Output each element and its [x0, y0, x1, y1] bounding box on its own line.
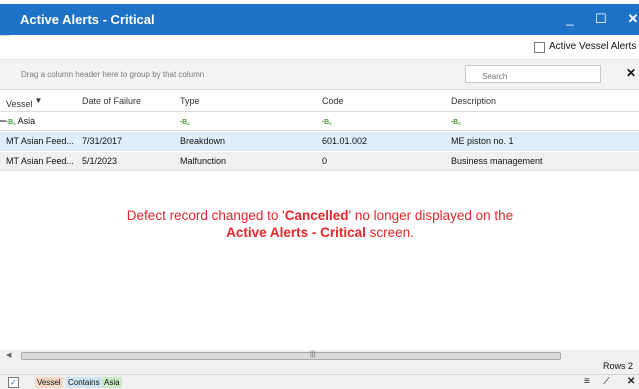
clear-search-icon[interactable]: ✕	[626, 66, 636, 80]
table-row[interactable]: MT Asian Feed... 5/1/2023 Malfunction 0 …	[0, 152, 639, 171]
filter-editor-icon[interactable]: ≡	[584, 376, 590, 387]
auto-filter-row: ꞏB꜀ Asia ꞏB꜀ ꞏB꜀ ꞏB꜀	[0, 112, 639, 131]
cell-vessel: MT Asian Feed...	[6, 156, 74, 166]
filter-cell-description[interactable]: ꞏB꜀	[451, 116, 631, 127]
active-vessel-alerts-only-label[interactable]: Active Vessel Alerts Only	[549, 41, 639, 52]
column-header-vessel[interactable]: Vessel ▼	[6, 96, 74, 109]
row-count: Rows 2	[603, 361, 634, 371]
filter-icon[interactable]: ▼	[35, 96, 43, 105]
cell-code: 601.01.002	[322, 136, 368, 146]
annotation-note: Defect record changed to 'Cancelled' no …	[60, 207, 580, 241]
cell-description: Business management	[451, 156, 543, 166]
minimize-button[interactable]: _	[559, 9, 581, 29]
annotation-text: screen.	[365, 225, 414, 240]
search-input[interactable]	[465, 65, 601, 83]
filter-cell-type[interactable]: ꞏB꜀	[180, 116, 320, 127]
filter-cell-code[interactable]: ꞏB꜀	[322, 116, 442, 127]
annotation-line-2: Active Alerts - Critical screen.	[60, 224, 580, 241]
filter-field[interactable]: Vessel	[35, 377, 63, 388]
cell-date: 7/31/2017	[82, 136, 123, 146]
window-title: Active Alerts - Critical	[20, 12, 155, 27]
table-row[interactable]: MT Asian Feed... 7/31/2017 Breakdown 601…	[0, 132, 639, 151]
group-panel-hint: Drag a column header here to group by th…	[21, 70, 205, 79]
title-bar[interactable]: Active Alerts - Critical _ ☐ ✕	[0, 4, 639, 35]
scroll-left-icon[interactable]: ◀	[6, 351, 11, 359]
filter-contains-icon[interactable]: ꞏB꜀	[451, 119, 461, 126]
column-header-code[interactable]: Code	[322, 96, 442, 106]
annotation-bold: Active Alerts - Critical	[226, 225, 366, 240]
grid-header: Vessel ▼ Date of Failure Type Code Descri…	[0, 90, 639, 112]
cell-type: Malfunction	[180, 156, 227, 166]
cell-date: 5/1/2023	[82, 156, 118, 166]
cell-description: ME piston no. 1	[451, 136, 514, 146]
clear-filter-icon[interactable]: ✕	[627, 376, 635, 387]
group-panel[interactable]: Drag a column header here to group by th…	[0, 60, 639, 90]
enable-filter-checkbox[interactable]: ✓	[8, 377, 19, 388]
cell-vessel: MT Asian Feed...	[6, 136, 74, 146]
maximize-button[interactable]: ☐	[590, 9, 612, 29]
annotation-text: ' no longer displayed on the	[348, 208, 514, 223]
active-vessel-alerts-only-checkbox[interactable]	[534, 42, 545, 53]
active-alerts-window: Active Alerts - Critical _ ☐ ✕ Active Ve…	[0, 0, 639, 389]
cell-type: Breakdown	[180, 136, 226, 146]
filter-cell-vessel[interactable]: ꞏB꜀ Asia	[6, 116, 74, 127]
grip-icon: |||	[310, 351, 316, 358]
annotation-bold: Cancelled	[284, 208, 349, 223]
column-header-date-of-failure[interactable]: Date of Failure	[82, 96, 170, 106]
horizontal-scrollbar[interactable]: ◀ |||	[0, 350, 639, 362]
close-button[interactable]: ✕	[622, 9, 639, 29]
column-header-description[interactable]: Description	[451, 96, 631, 106]
filter-value[interactable]: Asia	[102, 377, 122, 388]
column-header-type[interactable]: Type	[180, 96, 320, 106]
column-header-vessel-label: Vessel	[6, 99, 33, 109]
filter-value-vessel[interactable]: Asia	[18, 116, 36, 126]
edit-filter-icon[interactable]: ⁄	[606, 376, 608, 387]
cell-code: 0	[322, 156, 328, 166]
filter-panel: ✓ Vessel Contains Asia ≡ ⁄ ✕	[0, 374, 639, 389]
annotation-line-1: Defect record changed to 'Cancelled' no …	[60, 207, 580, 224]
filter-operator[interactable]: Contains	[66, 377, 102, 388]
filter-contains-icon[interactable]: ꞏB꜀	[180, 119, 190, 126]
filter-contains-icon[interactable]: ꞏB꜀	[322, 119, 332, 126]
scrollbar-thumb[interactable]: |||	[21, 351, 561, 360]
filter-contains-icon[interactable]: ꞏB꜀	[6, 119, 16, 126]
status-bar: Rows 2	[0, 361, 639, 374]
options-bar: Active Vessel Alerts Only	[0, 36, 639, 60]
annotation-text: Defect record changed to '	[126, 208, 285, 223]
